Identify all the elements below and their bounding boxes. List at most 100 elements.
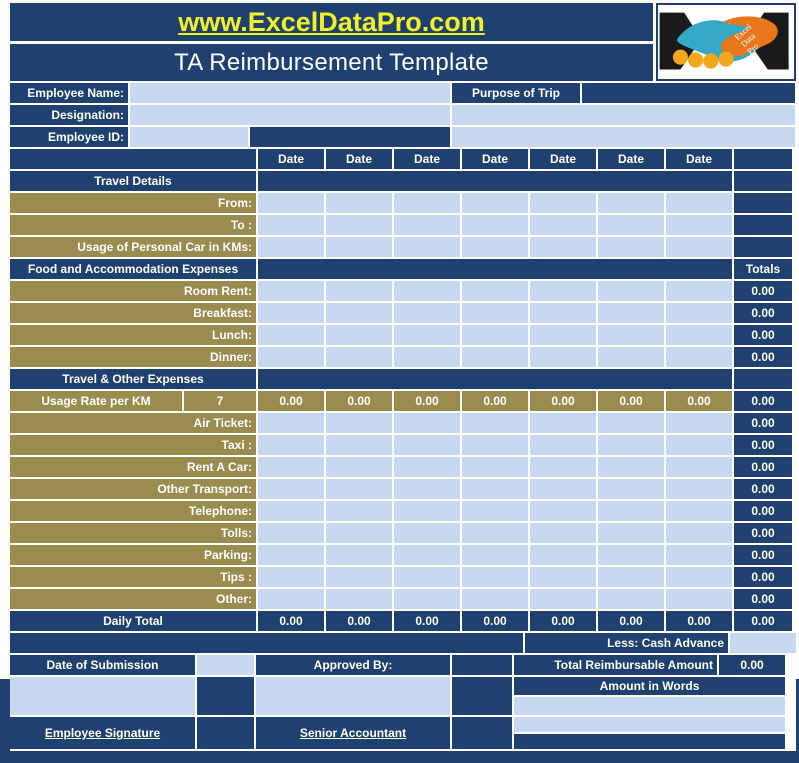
taxi-d6[interactable] xyxy=(598,435,664,455)
other-transport-d6[interactable] xyxy=(598,479,664,499)
travel-to-d3[interactable] xyxy=(394,215,460,235)
telephone-d1[interactable] xyxy=(258,501,324,521)
travel-from-d4[interactable] xyxy=(462,193,528,213)
travel-from-d5[interactable] xyxy=(530,193,596,213)
room-rent-d2[interactable] xyxy=(326,281,392,301)
tolls-d1[interactable] xyxy=(258,523,324,543)
tips-d7[interactable] xyxy=(666,567,732,587)
telephone-d3[interactable] xyxy=(394,501,460,521)
car-kms-d4[interactable] xyxy=(462,237,528,257)
travel-from-d7[interactable] xyxy=(666,193,732,213)
room-rent-d7[interactable] xyxy=(666,281,732,301)
dinner-d3[interactable] xyxy=(394,347,460,367)
travel-to-d1[interactable] xyxy=(258,215,324,235)
telephone-d7[interactable] xyxy=(666,501,732,521)
parking-d4[interactable] xyxy=(462,545,528,565)
other-d5[interactable] xyxy=(530,589,596,609)
other-transport-d3[interactable] xyxy=(394,479,460,499)
travel-from-d1[interactable] xyxy=(258,193,324,213)
rent-a-car-d3[interactable] xyxy=(394,457,460,477)
employee-name-input[interactable] xyxy=(130,83,450,103)
room-rent-d6[interactable] xyxy=(598,281,664,301)
air-ticket-d6[interactable] xyxy=(598,413,664,433)
parking-d1[interactable] xyxy=(258,545,324,565)
dinner-d4[interactable] xyxy=(462,347,528,367)
other-d6[interactable] xyxy=(598,589,664,609)
lunch-d5[interactable] xyxy=(530,325,596,345)
brand-url[interactable]: www.ExcelDataPro.com xyxy=(178,7,485,38)
tolls-d4[interactable] xyxy=(462,523,528,543)
dinner-d1[interactable] xyxy=(258,347,324,367)
taxi-d4[interactable] xyxy=(462,435,528,455)
car-kms-d5[interactable] xyxy=(530,237,596,257)
lunch-d1[interactable] xyxy=(258,325,324,345)
air-ticket-d5[interactable] xyxy=(530,413,596,433)
tolls-d3[interactable] xyxy=(394,523,460,543)
air-ticket-d1[interactable] xyxy=(258,413,324,433)
purpose-of-trip-input[interactable] xyxy=(452,105,795,125)
other-transport-d5[interactable] xyxy=(530,479,596,499)
tolls-d2[interactable] xyxy=(326,523,392,543)
travel-from-d2[interactable] xyxy=(326,193,392,213)
lunch-d7[interactable] xyxy=(666,325,732,345)
travel-from-d6[interactable] xyxy=(598,193,664,213)
tips-d6[interactable] xyxy=(598,567,664,587)
room-rent-d4[interactable] xyxy=(462,281,528,301)
breakfast-d5[interactable] xyxy=(530,303,596,323)
rent-a-car-d6[interactable] xyxy=(598,457,664,477)
lunch-d2[interactable] xyxy=(326,325,392,345)
date-of-submission-spacer[interactable] xyxy=(197,655,254,675)
date-of-submission-input[interactable] xyxy=(10,677,195,715)
other-d2[interactable] xyxy=(326,589,392,609)
air-ticket-d2[interactable] xyxy=(326,413,392,433)
other-transport-d4[interactable] xyxy=(462,479,528,499)
date-header-1[interactable]: Date xyxy=(258,149,324,169)
air-ticket-d7[interactable] xyxy=(666,413,732,433)
parking-d3[interactable] xyxy=(394,545,460,565)
date-header-2[interactable]: Date xyxy=(326,149,392,169)
taxi-d2[interactable] xyxy=(326,435,392,455)
date-header-7[interactable]: Date xyxy=(666,149,732,169)
other-transport-d1[interactable] xyxy=(258,479,324,499)
tolls-d7[interactable] xyxy=(666,523,732,543)
rent-a-car-d5[interactable] xyxy=(530,457,596,477)
parking-d5[interactable] xyxy=(530,545,596,565)
other-d3[interactable] xyxy=(394,589,460,609)
other-d1[interactable] xyxy=(258,589,324,609)
tips-d2[interactable] xyxy=(326,567,392,587)
travel-to-d7[interactable] xyxy=(666,215,732,235)
dinner-d2[interactable] xyxy=(326,347,392,367)
lunch-d4[interactable] xyxy=(462,325,528,345)
tolls-d5[interactable] xyxy=(530,523,596,543)
travel-to-d4[interactable] xyxy=(462,215,528,235)
travel-from-d3[interactable] xyxy=(394,193,460,213)
other-transport-d7[interactable] xyxy=(666,479,732,499)
room-rent-d1[interactable] xyxy=(258,281,324,301)
rent-a-car-d1[interactable] xyxy=(258,457,324,477)
amount-in-words-input-2[interactable] xyxy=(514,717,785,732)
rent-a-car-d2[interactable] xyxy=(326,457,392,477)
dinner-d6[interactable] xyxy=(598,347,664,367)
approved-by-input[interactable] xyxy=(256,677,450,715)
dinner-d7[interactable] xyxy=(666,347,732,367)
tips-d1[interactable] xyxy=(258,567,324,587)
parking-d6[interactable] xyxy=(598,545,664,565)
telephone-d6[interactable] xyxy=(598,501,664,521)
dinner-d5[interactable] xyxy=(530,347,596,367)
breakfast-d4[interactable] xyxy=(462,303,528,323)
other-transport-d2[interactable] xyxy=(326,479,392,499)
designation-input[interactable] xyxy=(130,105,450,125)
date-header-3[interactable]: Date xyxy=(394,149,460,169)
breakfast-d6[interactable] xyxy=(598,303,664,323)
taxi-d1[interactable] xyxy=(258,435,324,455)
tips-d4[interactable] xyxy=(462,567,528,587)
cash-advance-input[interactable] xyxy=(730,633,796,653)
travel-to-d6[interactable] xyxy=(598,215,664,235)
breakfast-d1[interactable] xyxy=(258,303,324,323)
rent-a-car-d4[interactable] xyxy=(462,457,528,477)
car-kms-d7[interactable] xyxy=(666,237,732,257)
telephone-d2[interactable] xyxy=(326,501,392,521)
lunch-d6[interactable] xyxy=(598,325,664,345)
rent-a-car-d7[interactable] xyxy=(666,457,732,477)
usage-rate-value[interactable]: 7 xyxy=(184,391,256,411)
